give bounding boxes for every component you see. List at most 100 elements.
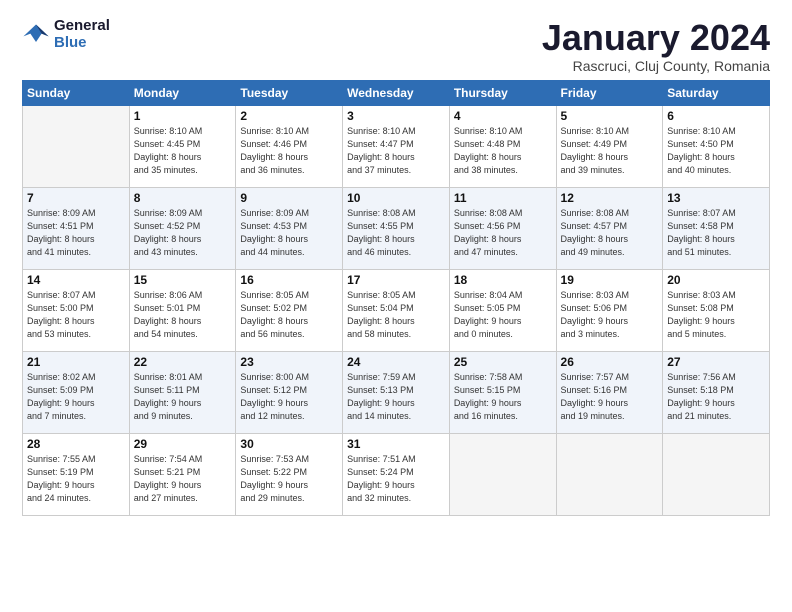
calendar-day-cell: 22Sunrise: 8:01 AM Sunset: 5:11 PM Dayli… — [129, 351, 236, 433]
calendar-day-cell: 28 Sunrise: 7:55 AM Sunset: 5:19 PM Dayli… — [23, 433, 130, 515]
day-number: 28 — [27, 437, 125, 451]
day-info: Sunrise: 8:08 AM Sunset: 4:55 PM Dayligh… — [347, 207, 445, 259]
calendar-day-cell: 3 Sunrise: 8:10 AM Sunset: 4:47 PM Daylig… — [343, 105, 450, 187]
day-number: 25 — [454, 355, 552, 369]
calendar-day-cell — [23, 105, 130, 187]
header: General Blue January 2024 Rascruci, Cluj… — [22, 18, 770, 74]
day-number: 15 — [134, 273, 232, 287]
day-number: 17 — [347, 273, 445, 287]
calendar-day-cell: 13 Sunrise: 8:07 AM Sunset: 4:58 PM Dayli… — [663, 187, 770, 269]
calendar-day-cell: 27Sunrise: 7:56 AM Sunset: 5:18 PM Dayli… — [663, 351, 770, 433]
calendar-day-cell: 25 Sunrise: 7:58 AM Sunset: 5:15 PM Dayli… — [449, 351, 556, 433]
calendar-day-cell: 31 Sunrise: 7:51 AM Sunset: 5:24 PM Dayli… — [343, 433, 450, 515]
day-number: 3 — [347, 109, 445, 123]
day-info: Sunrise: 8:04 AM Sunset: 5:05 PM Dayligh… — [454, 289, 552, 341]
logo: General Blue — [22, 18, 110, 51]
calendar-day-header: Friday — [556, 80, 663, 105]
month-title: January 2024 — [542, 18, 770, 58]
calendar-day-header: Monday — [129, 80, 236, 105]
day-info: Sunrise: 7:57 AM Sunset: 5:16 PM Dayligh… — [561, 371, 659, 423]
day-info: Sunrise: 8:02 AM Sunset: 5:09 PM Dayligh… — [27, 371, 125, 423]
calendar-day-cell: 24 Sunrise: 7:59 AM Sunset: 5:13 PM Dayli… — [343, 351, 450, 433]
day-number: 9 — [240, 191, 338, 205]
day-number: 11 — [454, 191, 552, 205]
day-number: 23 — [240, 355, 338, 369]
calendar-day-cell: 11 Sunrise: 8:08 AM Sunset: 4:56 PM Dayli… — [449, 187, 556, 269]
calendar-week-row: 28 Sunrise: 7:55 AM Sunset: 5:19 PM Dayli… — [23, 433, 770, 515]
day-number: 12 — [561, 191, 659, 205]
day-info: Sunrise: 8:06 AM Sunset: 5:01 PM Dayligh… — [134, 289, 232, 341]
day-info: Sunrise: 7:55 AM Sunset: 5:19 PM Dayligh… — [27, 453, 125, 505]
day-number: 24 — [347, 355, 445, 369]
calendar-day-cell: 18 Sunrise: 8:04 AM Sunset: 5:05 PM Dayli… — [449, 269, 556, 351]
calendar-day-cell: 20 Sunrise: 8:03 AM Sunset: 5:08 PM Dayli… — [663, 269, 770, 351]
day-info: Sunrise: 8:10 AM Sunset: 4:46 PM Dayligh… — [240, 125, 338, 177]
day-info: Sunrise: 7:58 AM Sunset: 5:15 PM Dayligh… — [454, 371, 552, 423]
calendar-day-cell: 5 Sunrise: 8:10 AM Sunset: 4:49 PM Daylig… — [556, 105, 663, 187]
day-info: Sunrise: 8:08 AM Sunset: 4:57 PM Dayligh… — [561, 207, 659, 259]
calendar-week-row: 7 Sunrise: 8:09 AM Sunset: 4:51 PM Daylig… — [23, 187, 770, 269]
day-number: 7 — [27, 191, 125, 205]
day-number: 20 — [667, 273, 765, 287]
day-info: Sunrise: 8:07 AM Sunset: 4:58 PM Dayligh… — [667, 207, 765, 259]
logo-icon — [22, 21, 50, 49]
calendar-day-cell: 26 Sunrise: 7:57 AM Sunset: 5:16 PM Dayli… — [556, 351, 663, 433]
day-number: 13 — [667, 191, 765, 205]
day-info: Sunrise: 7:53 AM Sunset: 5:22 PM Dayligh… — [240, 453, 338, 505]
day-number: 27 — [667, 355, 765, 369]
day-info: Sunrise: 8:09 AM Sunset: 4:53 PM Dayligh… — [240, 207, 338, 259]
day-info: Sunrise: 8:10 AM Sunset: 4:49 PM Dayligh… — [561, 125, 659, 177]
day-number: 6 — [667, 109, 765, 123]
day-info: Sunrise: 8:08 AM Sunset: 4:56 PM Dayligh… — [454, 207, 552, 259]
calendar-week-row: 1 Sunrise: 8:10 AM Sunset: 4:45 PM Daylig… — [23, 105, 770, 187]
calendar-day-header: Tuesday — [236, 80, 343, 105]
day-info: Sunrise: 8:07 AM Sunset: 5:00 PM Dayligh… — [27, 289, 125, 341]
calendar-day-cell: 21 Sunrise: 8:02 AM Sunset: 5:09 PM Dayli… — [23, 351, 130, 433]
calendar-day-cell: 15 Sunrise: 8:06 AM Sunset: 5:01 PM Dayli… — [129, 269, 236, 351]
calendar-day-cell: 8Sunrise: 8:09 AM Sunset: 4:52 PM Daylig… — [129, 187, 236, 269]
calendar-day-header: Thursday — [449, 80, 556, 105]
day-number: 31 — [347, 437, 445, 451]
calendar-day-cell: 30Sunrise: 7:53 AM Sunset: 5:22 PM Dayli… — [236, 433, 343, 515]
day-number: 4 — [454, 109, 552, 123]
calendar-day-cell — [663, 433, 770, 515]
day-number: 1 — [134, 109, 232, 123]
day-info: Sunrise: 7:59 AM Sunset: 5:13 PM Dayligh… — [347, 371, 445, 423]
day-info: Sunrise: 7:51 AM Sunset: 5:24 PM Dayligh… — [347, 453, 445, 505]
calendar-day-header: Wednesday — [343, 80, 450, 105]
day-info: Sunrise: 8:01 AM Sunset: 5:11 PM Dayligh… — [134, 371, 232, 423]
day-info: Sunrise: 8:09 AM Sunset: 4:52 PM Dayligh… — [134, 207, 232, 259]
day-number: 26 — [561, 355, 659, 369]
day-info: Sunrise: 8:09 AM Sunset: 4:51 PM Dayligh… — [27, 207, 125, 259]
calendar-day-cell: 14 Sunrise: 8:07 AM Sunset: 5:00 PM Dayli… — [23, 269, 130, 351]
calendar-day-cell: 9 Sunrise: 8:09 AM Sunset: 4:53 PM Daylig… — [236, 187, 343, 269]
day-number: 19 — [561, 273, 659, 287]
day-number: 5 — [561, 109, 659, 123]
calendar-week-row: 14 Sunrise: 8:07 AM Sunset: 5:00 PM Dayli… — [23, 269, 770, 351]
day-number: 21 — [27, 355, 125, 369]
calendar-table: SundayMondayTuesdayWednesdayThursdayFrid… — [22, 80, 770, 516]
day-info: Sunrise: 8:10 AM Sunset: 4:50 PM Dayligh… — [667, 125, 765, 177]
day-number: 10 — [347, 191, 445, 205]
calendar-day-cell: 16Sunrise: 8:05 AM Sunset: 5:02 PM Dayli… — [236, 269, 343, 351]
day-info: Sunrise: 8:10 AM Sunset: 4:45 PM Dayligh… — [134, 125, 232, 177]
calendar-day-cell: 17 Sunrise: 8:05 AM Sunset: 5:04 PM Dayli… — [343, 269, 450, 351]
calendar-week-row: 21 Sunrise: 8:02 AM Sunset: 5:09 PM Dayli… — [23, 351, 770, 433]
day-info: Sunrise: 8:10 AM Sunset: 4:47 PM Dayligh… — [347, 125, 445, 177]
day-number: 18 — [454, 273, 552, 287]
day-info: Sunrise: 8:03 AM Sunset: 5:08 PM Dayligh… — [667, 289, 765, 341]
calendar-day-cell: 23Sunrise: 8:00 AM Sunset: 5:12 PM Dayli… — [236, 351, 343, 433]
calendar-day-cell: 2Sunrise: 8:10 AM Sunset: 4:46 PM Daylig… — [236, 105, 343, 187]
calendar-day-cell: 7 Sunrise: 8:09 AM Sunset: 4:51 PM Daylig… — [23, 187, 130, 269]
day-number: 16 — [240, 273, 338, 287]
calendar-day-cell: 19 Sunrise: 8:03 AM Sunset: 5:06 PM Dayli… — [556, 269, 663, 351]
calendar-day-cell: 10 Sunrise: 8:08 AM Sunset: 4:55 PM Dayli… — [343, 187, 450, 269]
day-info: Sunrise: 8:03 AM Sunset: 5:06 PM Dayligh… — [561, 289, 659, 341]
calendar-day-cell: 29Sunrise: 7:54 AM Sunset: 5:21 PM Dayli… — [129, 433, 236, 515]
day-number: 14 — [27, 273, 125, 287]
location-subtitle: Rascruci, Cluj County, Romania — [542, 58, 770, 74]
calendar-header-row: SundayMondayTuesdayWednesdayThursdayFrid… — [23, 80, 770, 105]
day-info: Sunrise: 7:54 AM Sunset: 5:21 PM Dayligh… — [134, 453, 232, 505]
day-info: Sunrise: 8:05 AM Sunset: 5:04 PM Dayligh… — [347, 289, 445, 341]
calendar-day-cell — [449, 433, 556, 515]
